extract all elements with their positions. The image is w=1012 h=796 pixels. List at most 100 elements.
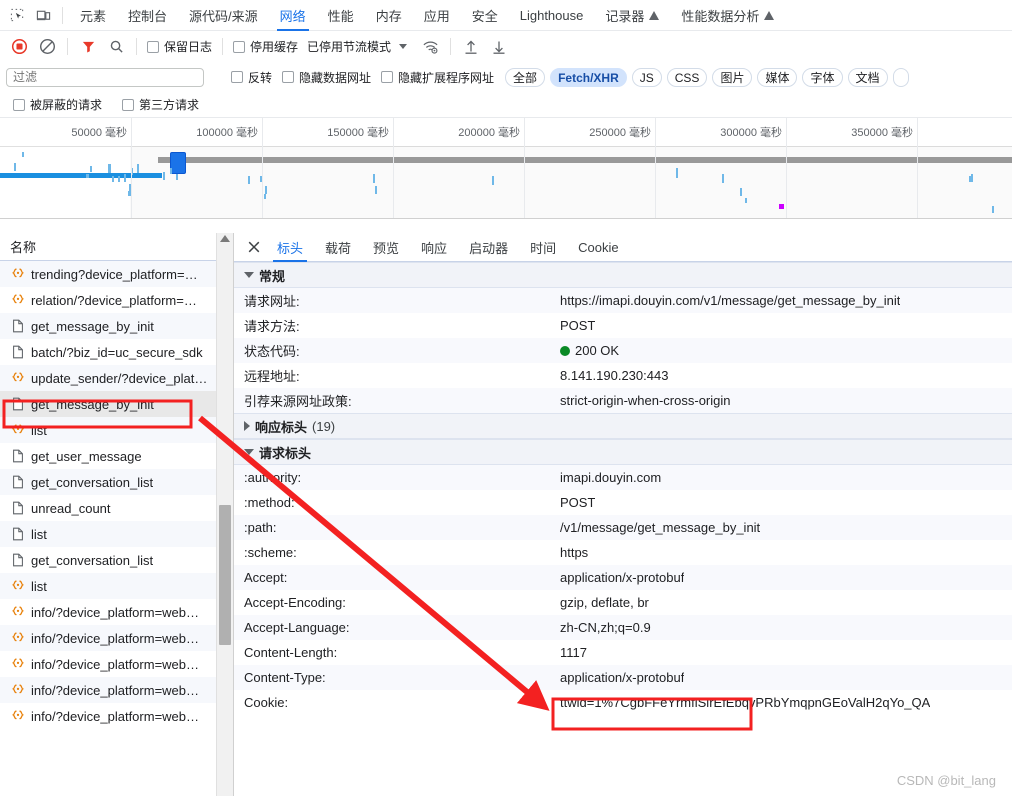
resource-type-filter-1[interactable]: Fetch/XHR bbox=[550, 67, 627, 87]
request-headers-section-header[interactable]: 请求标头 bbox=[234, 439, 1012, 465]
chevron-down-icon[interactable] bbox=[399, 44, 408, 49]
devtools-tab-9[interactable]: 记录器 bbox=[594, 0, 670, 31]
detail-tab-4[interactable]: 启动器 bbox=[458, 233, 519, 262]
request-list-item[interactable]: list bbox=[0, 417, 233, 443]
response-headers-section-header[interactable]: 响应标头 (19) bbox=[234, 413, 1012, 439]
header-value: strict-origin-when-cross-origin bbox=[560, 393, 731, 408]
devtools-tab-10[interactable]: 性能数据分析 bbox=[670, 0, 785, 31]
resource-type-filter-5[interactable]: 媒体 bbox=[757, 67, 798, 87]
request-list[interactable]: trending?device_platform=… relation/?devi… bbox=[0, 261, 233, 796]
scrollbar-thumb[interactable] bbox=[219, 505, 231, 645]
request-headers-rows: :authority: imapi.douyin.com:method: POST:… bbox=[234, 465, 1012, 715]
devtools-tab-2[interactable]: 源代码/来源 bbox=[178, 0, 269, 31]
request-list-header[interactable]: 名称 bbox=[0, 233, 233, 261]
third-party-requests-checkbox[interactable]: 第三方请求 bbox=[119, 96, 202, 113]
request-list-item[interactable]: trending?device_platform=… bbox=[0, 261, 233, 287]
hide-extension-urls-label: 隐藏扩展程序网址 bbox=[398, 70, 495, 85]
request-list-item[interactable]: info/?device_platform=web… bbox=[0, 599, 233, 625]
throttling-selector[interactable]: 已停用节流模式 bbox=[303, 38, 391, 55]
devtools-tab-7[interactable]: 安全 bbox=[461, 0, 509, 31]
general-row: 请求网址: https://imapi.douyin.com/v1/message… bbox=[234, 288, 1012, 313]
timeline-scroll-track[interactable] bbox=[158, 157, 1012, 163]
resource-type-filter-2[interactable]: JS bbox=[631, 67, 662, 87]
scroll-up-arrow-icon[interactable] bbox=[220, 235, 230, 242]
devtools-tab-label: 性能数据分析 bbox=[681, 8, 760, 24]
request-list-item[interactable]: info/?device_platform=web… bbox=[0, 651, 233, 677]
request-list-item[interactable]: get_user_message bbox=[0, 443, 233, 469]
request-list-item[interactable]: list bbox=[0, 521, 233, 547]
inspect-element-icon[interactable] bbox=[4, 2, 30, 28]
detail-tab-0[interactable]: 标头 bbox=[266, 233, 314, 262]
request-list-item[interactable]: info/?device_platform=web… bbox=[0, 625, 233, 651]
devtools-panel-tabs: 元素 控制台 源代码/来源 网络 性能 内存 应用 安全 Lighthouse 记录器 性能数据分析 bbox=[69, 0, 785, 31]
json-icon bbox=[10, 657, 25, 672]
column-header-name: 名称 bbox=[10, 240, 37, 255]
detail-tab-1[interactable]: 载荷 bbox=[314, 233, 362, 262]
resource-type-filter-7[interactable]: 文档 bbox=[847, 67, 888, 87]
resource-type-filter-3[interactable]: CSS bbox=[666, 67, 708, 87]
network-overview-timeline[interactable]: 50000 毫秒 100000 毫秒 150000 毫秒 200000 毫秒 25000… bbox=[0, 118, 1012, 219]
devtools-tab-1[interactable]: 控制台 bbox=[117, 0, 178, 31]
timeline-tick-6: 350000 毫秒 bbox=[786, 118, 918, 146]
checkbox-box bbox=[233, 40, 246, 53]
invert-checkbox[interactable]: 反转 bbox=[228, 69, 275, 86]
devtools-tab-4[interactable]: 性能 bbox=[317, 0, 365, 31]
devtools-tab-8[interactable]: Lighthouse bbox=[509, 0, 595, 31]
document-icon bbox=[10, 553, 25, 568]
request-list-item[interactable]: batch/?biz_id=uc_secure_sdk bbox=[0, 339, 233, 365]
timeline-tick-0: 50000 毫秒 bbox=[0, 118, 132, 146]
blocked-requests-checkbox[interactable]: 被屏蔽的请求 bbox=[10, 96, 105, 113]
filter-funnel-icon[interactable] bbox=[75, 34, 101, 60]
devtools-tab-label: 网络 bbox=[279, 8, 306, 24]
resource-type-filter-4[interactable]: 图片 bbox=[712, 67, 753, 87]
request-list-item[interactable]: update_sender/?device_plat… bbox=[0, 365, 233, 391]
hide-data-urls-checkbox[interactable]: 隐藏数据网址 bbox=[279, 69, 374, 86]
request-list-item[interactable]: relation/?device_platform=… bbox=[0, 287, 233, 313]
detail-body[interactable]: 常规 请求网址: https://imapi.douyin.com/v1/mess… bbox=[234, 262, 1012, 796]
toolbar-divider bbox=[136, 38, 137, 55]
request-list-item[interactable]: get_conversation_list bbox=[0, 547, 233, 573]
import-har-icon[interactable] bbox=[458, 34, 484, 60]
detail-tab-5[interactable]: 时间 bbox=[519, 233, 567, 262]
request-list-scrollbar[interactable] bbox=[216, 233, 233, 796]
request-list-item[interactable]: info/?device_platform=web… bbox=[0, 703, 233, 729]
detail-tab-3[interactable]: 响应 bbox=[410, 233, 458, 262]
general-section-header[interactable]: 常规 bbox=[234, 262, 1012, 288]
close-icon[interactable] bbox=[242, 235, 266, 259]
resource-type-filter-overflow[interactable] bbox=[892, 67, 909, 87]
clear-no-entry-icon[interactable] bbox=[34, 34, 60, 60]
search-icon[interactable] bbox=[103, 34, 129, 60]
devtools-tab-6[interactable]: 应用 bbox=[413, 0, 461, 31]
detail-tab-2[interactable]: 预览 bbox=[362, 233, 410, 262]
request-name: info/?device_platform=web… bbox=[31, 656, 200, 672]
detail-tab-6[interactable]: Cookie bbox=[567, 233, 629, 262]
devtools-tab-5[interactable]: 内存 bbox=[365, 0, 413, 31]
request-name: info/?device_platform=web… bbox=[31, 682, 200, 698]
request-list-item[interactable]: info/?device_platform=web… bbox=[0, 677, 233, 703]
document-icon bbox=[10, 501, 25, 516]
devtools-tab-3[interactable]: 网络 bbox=[269, 0, 317, 31]
header-value: 8.141.190.230:443 bbox=[560, 368, 669, 383]
hide-extension-urls-checkbox[interactable]: 隐藏扩展程序网址 bbox=[378, 69, 497, 86]
request-list-item[interactable]: get_message_by_init bbox=[0, 391, 233, 417]
timeline-request-mark bbox=[124, 174, 126, 182]
network-conditions-icon[interactable] bbox=[417, 34, 443, 60]
preserve-log-checkbox[interactable]: 保留日志 bbox=[144, 38, 215, 55]
export-har-icon[interactable] bbox=[486, 34, 512, 60]
filter-input[interactable] bbox=[6, 67, 204, 87]
request-list-item[interactable]: unread_count bbox=[0, 495, 233, 521]
header-key: Accept: bbox=[244, 570, 288, 585]
resource-type-filter-0[interactable]: 全部 bbox=[505, 67, 546, 87]
disable-cache-checkbox[interactable]: 停用缓存 bbox=[230, 38, 301, 55]
device-toolbar-icon[interactable] bbox=[30, 2, 56, 28]
timeline-window-handle[interactable] bbox=[170, 152, 186, 174]
request-list-item[interactable]: list bbox=[0, 573, 233, 599]
devtools-tab-label: 应用 bbox=[423, 8, 450, 24]
devtools-tab-0[interactable]: 元素 bbox=[69, 0, 117, 31]
record-stop-icon[interactable] bbox=[6, 34, 32, 60]
request-list-item[interactable]: get_conversation_list bbox=[0, 469, 233, 495]
resource-type-filter-6[interactable]: 字体 bbox=[802, 67, 843, 87]
devtools-tab-label: 元素 bbox=[80, 8, 107, 24]
request-list-item[interactable]: get_message_by_init bbox=[0, 313, 233, 339]
document-icon bbox=[10, 345, 25, 360]
